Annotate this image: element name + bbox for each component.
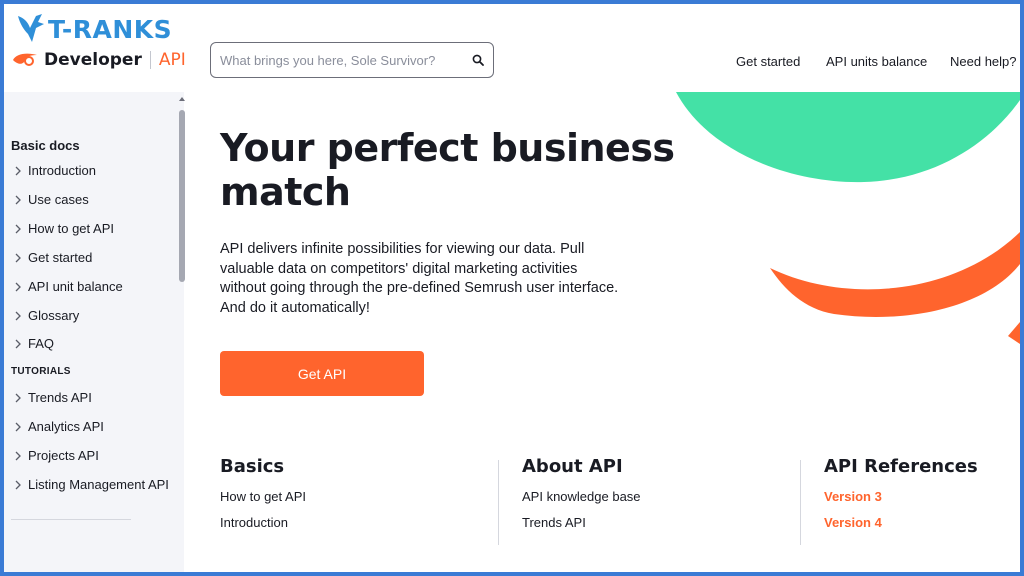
column-title: API References [824, 456, 978, 477]
column-basics: Basics How to get API Introduction [220, 456, 306, 541]
scroll-up-arrow-icon[interactable] [178, 96, 186, 104]
sidebar-item-label: Introduction [28, 163, 96, 178]
search-icon[interactable] [463, 43, 493, 77]
column-api-references: API References Version 3 Version 4 [824, 456, 978, 541]
sidebar-item-trends-api[interactable]: Trends API [11, 390, 92, 405]
search-input[interactable] [211, 43, 463, 77]
sidebar-item-analytics-api[interactable]: Analytics API [11, 419, 104, 434]
sidebar-item-label: Listing Management API [28, 477, 169, 492]
get-api-button[interactable]: Get API [220, 351, 424, 396]
sidebar-item-listing-management-api[interactable]: Listing Management API [11, 477, 169, 492]
chevron-right-icon [11, 478, 25, 492]
sidebar-item-projects-api[interactable]: Projects API [11, 448, 99, 463]
sidebar-item-label: Use cases [28, 192, 89, 207]
column-divider [800, 460, 801, 545]
link-how-to-get-api[interactable]: How to get API [220, 489, 306, 504]
chevron-right-icon [11, 222, 25, 236]
sidebar-section-tutorials: TUTORIALS [11, 366, 71, 377]
sidebar-divider [11, 519, 131, 520]
link-introduction[interactable]: Introduction [220, 515, 306, 530]
sidebar-item-faq[interactable]: FAQ [11, 336, 54, 351]
link-api-knowledge-base[interactable]: API knowledge base [522, 489, 641, 504]
nav-need-help[interactable]: Need help? [950, 54, 1017, 69]
sidebar-item-get-started[interactable]: Get started [11, 250, 92, 265]
brand-product: API [158, 50, 186, 70]
sidebar-title: Basic docs [11, 138, 80, 153]
link-version-4[interactable]: Version 4 [824, 515, 978, 530]
page-frame: T-RANKS Developer API Get started API un… [4, 4, 1020, 572]
brand-name: Developer [44, 50, 142, 70]
scrollbar-thumb[interactable] [179, 110, 185, 282]
sidebar: Basic docs Introduction Use cases How to… [4, 92, 184, 572]
chevron-right-icon [11, 280, 25, 294]
watermark-logo: T-RANKS [16, 12, 172, 46]
top-header: T-RANKS Developer API Get started API un… [4, 4, 1020, 92]
sidebar-item-api-unit-balance[interactable]: API unit balance [11, 279, 123, 294]
brand-separator [149, 51, 151, 69]
semrush-flame-icon [13, 53, 37, 66]
column-divider [498, 460, 499, 545]
chevron-right-icon [11, 251, 25, 265]
sidebar-item-label: Projects API [28, 448, 99, 463]
brand-logo[interactable]: Developer API [12, 50, 186, 70]
sidebar-item-label: Analytics API [28, 419, 104, 434]
link-trends-api[interactable]: Trends API [522, 515, 641, 530]
sidebar-item-label: Glossary [28, 308, 80, 323]
column-about-api: About API API knowledge base Trends API [522, 456, 641, 541]
sidebar-item-introduction[interactable]: Introduction [11, 163, 96, 178]
column-title: Basics [220, 456, 285, 477]
sidebar-scrollbar[interactable] [178, 96, 186, 284]
chevron-right-icon [11, 337, 25, 351]
sidebar-item-how-to-get-api[interactable]: How to get API [11, 221, 114, 236]
sidebar-item-label: API unit balance [28, 279, 123, 294]
bird-icon [18, 14, 44, 42]
watermark-text: T-RANKS [48, 14, 173, 44]
hero-title: Your perfect business match [220, 126, 675, 214]
sidebar-item-glossary[interactable]: Glossary [11, 308, 79, 323]
sidebar-item-label: How to get API [28, 221, 114, 236]
sidebar-item-label: FAQ [28, 336, 55, 351]
chevron-right-icon [11, 449, 25, 463]
chevron-right-icon [11, 193, 25, 207]
sidebar-item-label: Get started [28, 250, 93, 265]
chevron-right-icon [11, 391, 25, 405]
chevron-right-icon [11, 309, 25, 323]
hero-description: API delivers infinite possibilities for … [220, 241, 619, 316]
column-title: About API [522, 456, 623, 477]
nav-api-units-balance[interactable]: API units balance [826, 54, 927, 69]
link-version-3[interactable]: Version 3 [824, 489, 978, 504]
search-box[interactable] [210, 42, 494, 78]
main-content: Your perfect business match API delivers… [190, 92, 1020, 572]
sidebar-item-use-cases[interactable]: Use cases [11, 192, 89, 207]
chevron-right-icon [11, 164, 25, 178]
nav-get-started[interactable]: Get started [736, 54, 800, 69]
sidebar-item-label: Trends API [28, 390, 92, 405]
chevron-right-icon [11, 420, 25, 434]
